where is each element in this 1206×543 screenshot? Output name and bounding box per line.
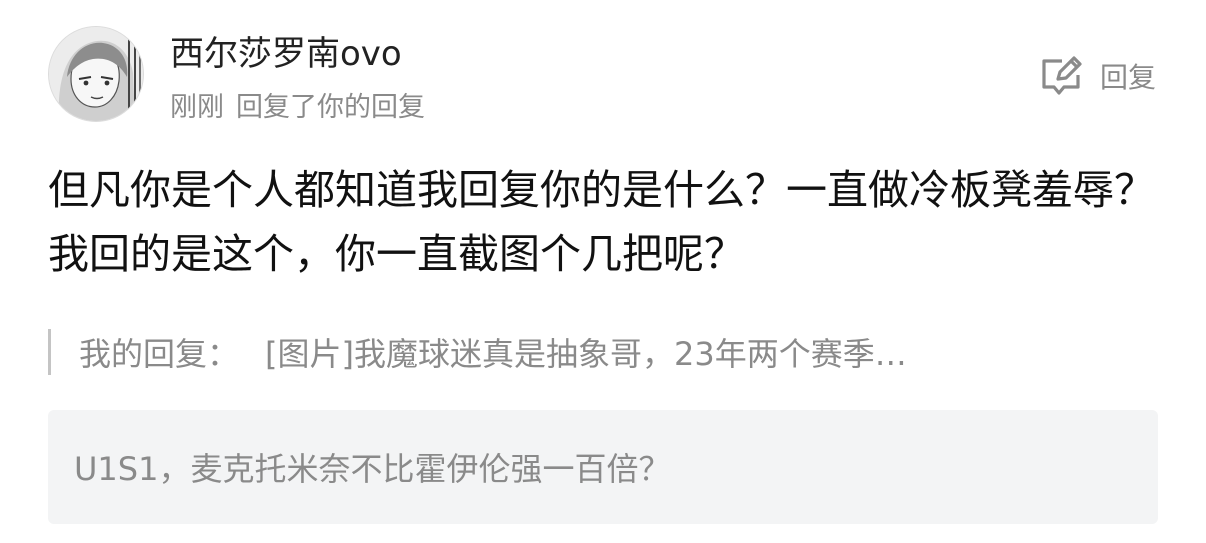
reply-button[interactable]: 回复 [1038, 52, 1156, 100]
timestamp: 刚刚 [170, 92, 224, 123]
avatar-image [49, 27, 143, 121]
reply-action-text: 回复了你的回复 [236, 92, 425, 123]
original-post-text: U1S1，麦克托米奈不比霍伊伦强一百倍？ [74, 450, 671, 488]
quoted-reply[interactable]: 我的回复： [图片]我魔球迷真是抽象哥，23年两个赛季… [48, 328, 1158, 376]
edit-icon [1042, 56, 1082, 95]
quoted-reply-prefix: 我的回复： [79, 335, 240, 373]
quoted-reply-text: 我的回复： [图片]我魔球迷真是抽象哥，23年两个赛季… [79, 329, 907, 375]
original-post-card[interactable]: U1S1，麦克托米奈不比霍伊伦强一百倍？ [48, 410, 1158, 524]
reply-meta: 刚刚 回复了你的回复 [170, 88, 425, 128]
quoted-reply-content: [图片]我魔球迷真是抽象哥，23年两个赛季… [265, 335, 907, 373]
comment-text: 但凡你是个人都知道我回复你的是什么？一直做冷板凳羞辱？我回的是这个，你一直截图个… [48, 166, 1155, 278]
quote-bar [48, 329, 51, 375]
reply-button-label: 回复 [1099, 61, 1156, 94]
username[interactable]: 西尔莎罗南ovo [170, 30, 402, 78]
avatar[interactable] [48, 26, 144, 122]
